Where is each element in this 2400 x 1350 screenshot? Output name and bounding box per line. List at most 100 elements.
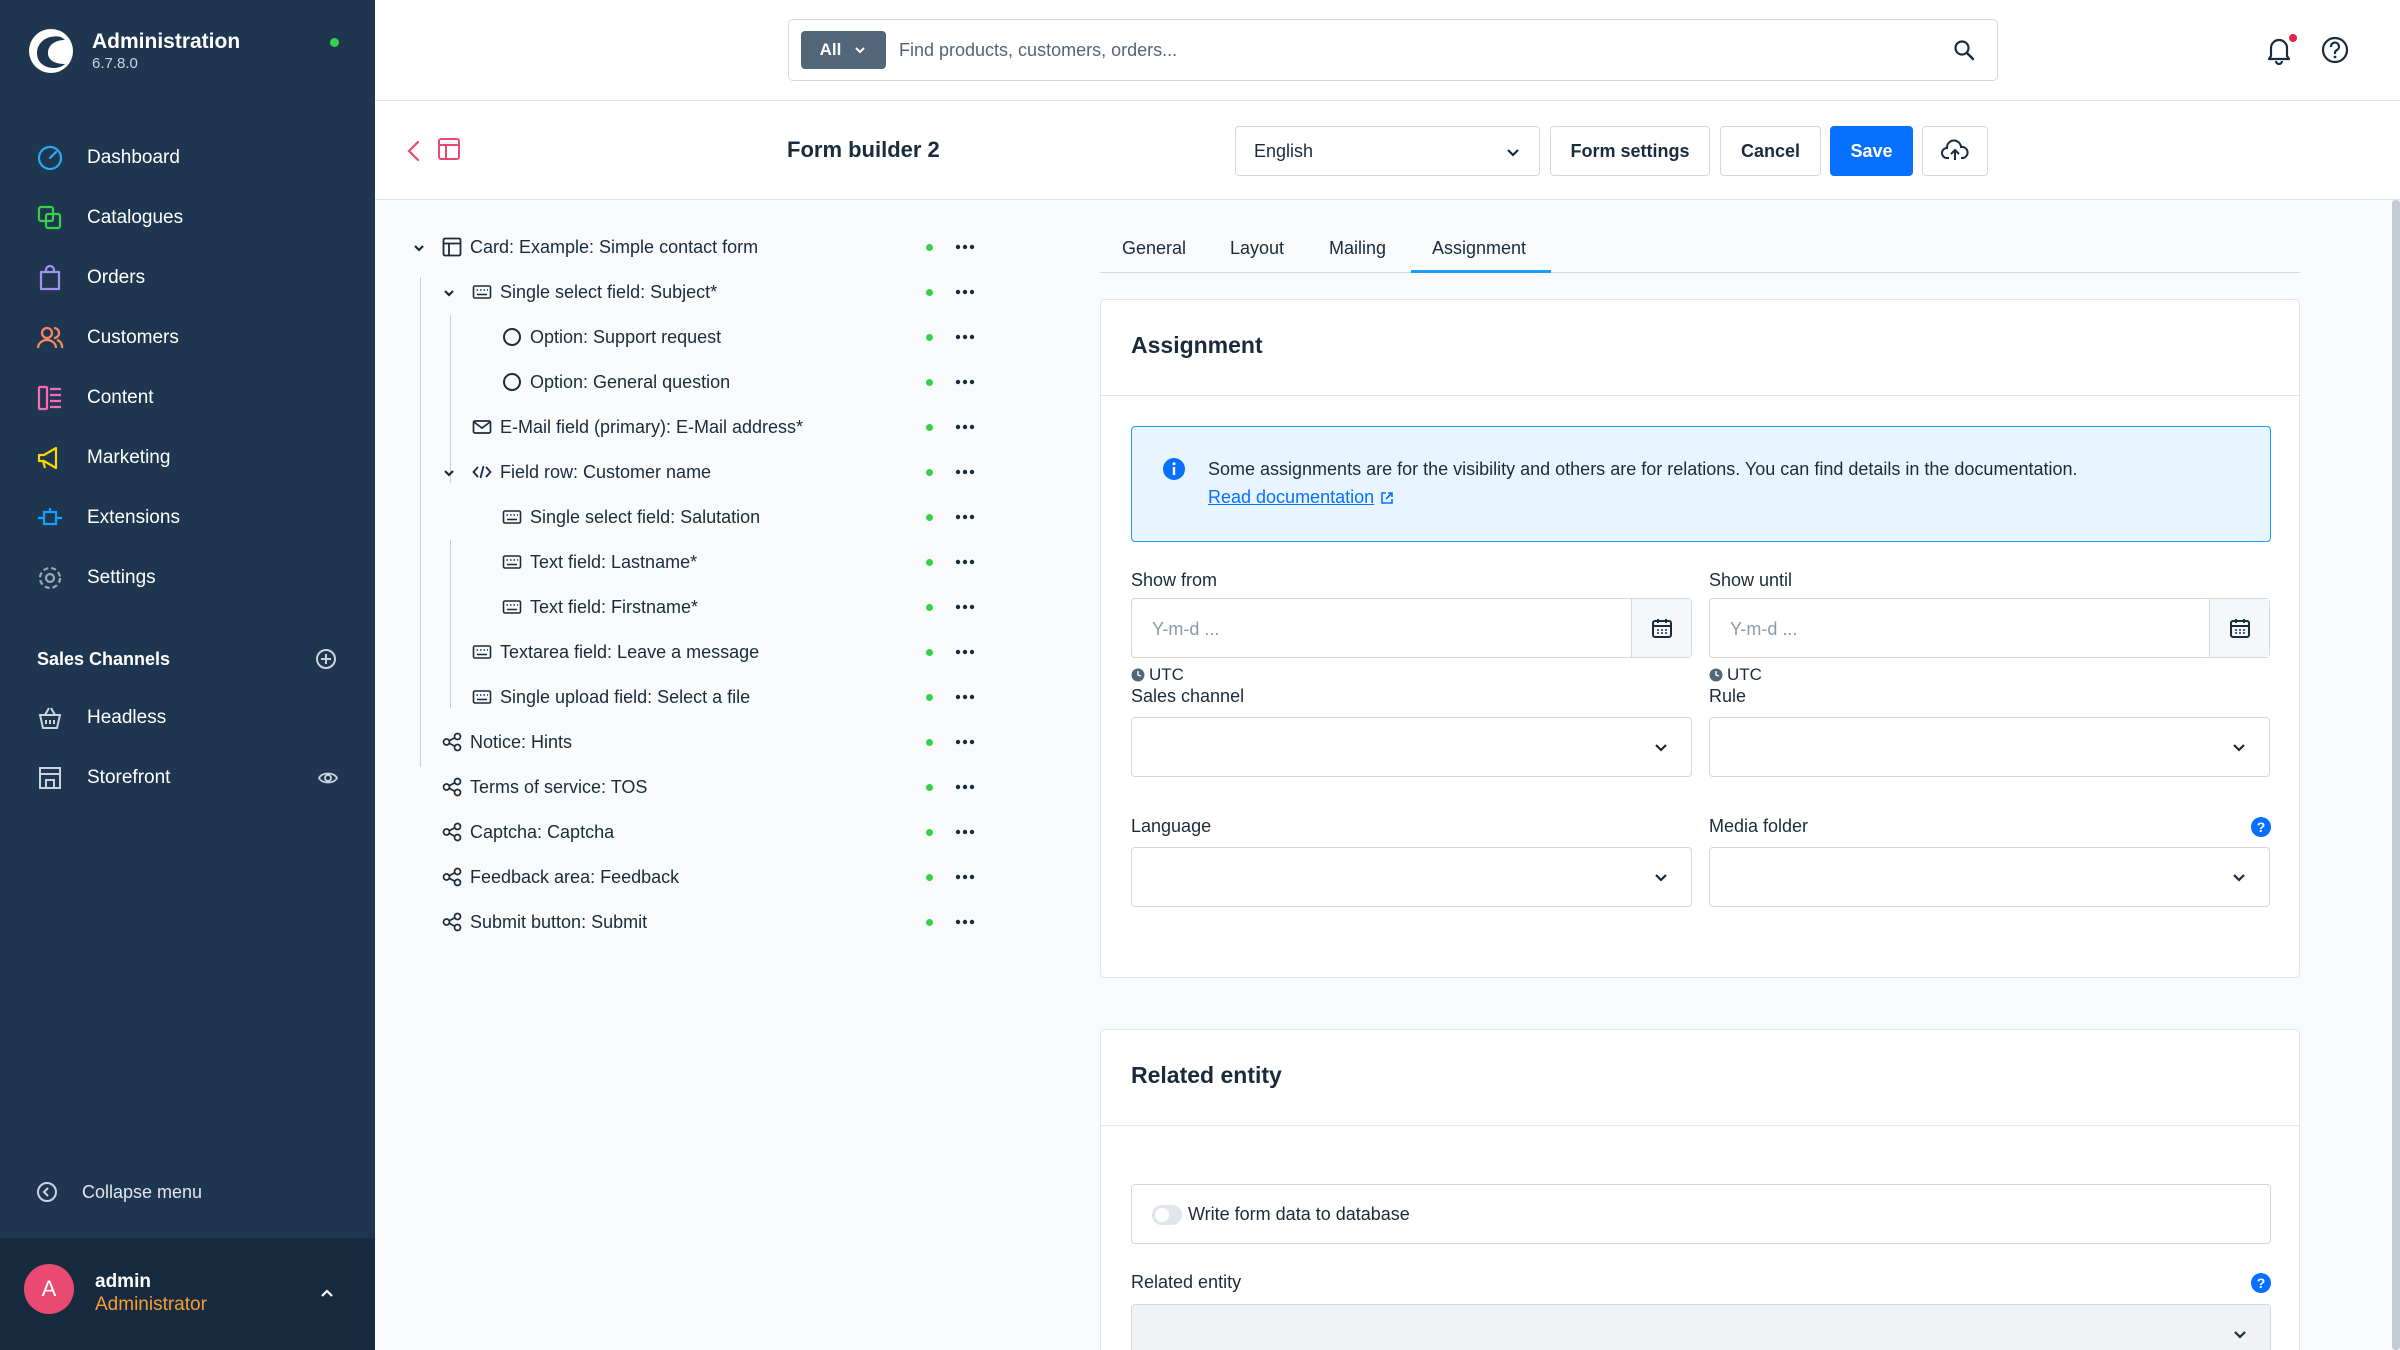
more-options-icon[interactable] <box>955 244 975 250</box>
eye-icon[interactable] <box>318 768 338 788</box>
save-button[interactable]: Save <box>1830 126 1913 176</box>
chevron-down-icon <box>1507 149 1519 157</box>
tab-mailing[interactable]: Mailing <box>1329 238 1386 259</box>
sidebar-item-label: Orders <box>87 267 146 288</box>
language-value: English <box>1254 140 1314 161</box>
tree-item[interactable]: Feedback area: Feedback <box>400 855 1000 900</box>
search-icon[interactable] <box>1953 39 1975 61</box>
sidebar-item-dashboard[interactable]: Dashboard <box>0 128 375 188</box>
layout-icon[interactable] <box>437 137 461 161</box>
more-options-icon[interactable] <box>955 784 975 790</box>
sales-channel-select[interactable] <box>1131 717 1692 777</box>
help-icon[interactable] <box>2320 35 2350 65</box>
language-label: Language <box>1131 816 1212 836</box>
scroll-thumb[interactable] <box>2392 200 2400 1350</box>
user-menu[interactable]: A admin Administrator <box>0 1238 375 1350</box>
more-options-icon[interactable] <box>955 289 975 295</box>
rule-select[interactable] <box>1709 717 2270 777</box>
more-options-icon[interactable] <box>955 424 975 430</box>
tree-item[interactable]: Notice: Hints <box>400 720 1000 765</box>
more-options-icon[interactable] <box>955 469 975 475</box>
timezone-label: UTC <box>1149 665 1184 684</box>
more-options-icon[interactable] <box>955 739 975 745</box>
calendar-button[interactable] <box>2209 599 2269 657</box>
help-tooltip-icon[interactable]: ? <box>2251 1273 2271 1293</box>
tree-item[interactable]: Captcha: Captcha <box>400 810 1000 855</box>
keyboard-icon <box>472 687 492 707</box>
collapse-menu-button[interactable]: Collapse menu <box>36 1181 202 1203</box>
upload-button[interactable] <box>1922 126 1988 176</box>
tree-item[interactable]: Text field: Lastname* <box>400 540 1000 585</box>
sidebar-item-extensions[interactable]: Extensions <box>0 488 375 548</box>
clock-icon <box>1131 668 1145 682</box>
tab-general[interactable]: General <box>1122 238 1186 259</box>
sidebar-item-content[interactable]: Content <box>0 368 375 428</box>
user-name: admin <box>95 1271 151 1292</box>
tree-item[interactable]: Submit button: Submit <box>400 900 1000 945</box>
tree-item-label: E-Mail field (primary): E-Mail address* <box>500 417 804 437</box>
sidebar-item-catalogues[interactable]: Catalogues <box>0 188 375 248</box>
language-field-select[interactable] <box>1131 847 1692 907</box>
sidebar-item-label: Settings <box>87 567 156 588</box>
related-entity-select[interactable] <box>1131 1304 2271 1350</box>
sales-channel-storefront[interactable]: Storefront <box>0 748 375 808</box>
tree-item[interactable]: Single select field: Subject* <box>400 270 1000 315</box>
more-options-icon[interactable] <box>955 649 975 655</box>
tree-item[interactable]: Single upload field: Select a file <box>400 675 1000 720</box>
show-until-input[interactable] <box>1730 614 2190 644</box>
tree-item[interactable]: E-Mail field (primary): E-Mail address* <box>400 405 1000 450</box>
tree-item[interactable]: Card: Example: Simple contact form <box>400 225 1000 270</box>
more-options-icon[interactable] <box>955 334 975 340</box>
calendar-button[interactable] <box>1631 599 1691 657</box>
tab-assignment[interactable]: Assignment <box>1432 238 1526 259</box>
more-options-icon[interactable] <box>955 919 975 925</box>
keyboard-icon <box>502 597 522 617</box>
cancel-button[interactable]: Cancel <box>1720 126 1821 176</box>
media-folder-select[interactable] <box>1709 847 2270 907</box>
tree-item[interactable]: Single select field: Salutation <box>400 495 1000 540</box>
sidebar-item-marketing[interactable]: Marketing <box>0 428 375 488</box>
tree-item-label: Textarea field: Leave a message <box>500 642 760 662</box>
more-options-icon[interactable] <box>955 604 975 610</box>
sales-channel-headless[interactable]: Headless <box>0 688 375 748</box>
add-sales-channel-icon[interactable] <box>315 648 337 670</box>
tree-item[interactable]: Option: Support request <box>400 315 1000 360</box>
more-options-icon[interactable] <box>955 379 975 385</box>
chevron-down-icon[interactable] <box>442 466 456 480</box>
active-status-dot <box>926 379 933 386</box>
form-settings-button[interactable]: Form settings <box>1550 126 1710 176</box>
language-select[interactable]: English <box>1235 126 1540 176</box>
show-from-input[interactable] <box>1152 614 1612 644</box>
chevron-down-icon[interactable] <box>412 241 426 255</box>
tab-layout[interactable]: Layout <box>1230 238 1284 259</box>
tree-item[interactable]: Text field: Firstname* <box>400 585 1000 630</box>
sidebar-item-settings[interactable]: Settings <box>0 548 375 608</box>
read-documentation-link[interactable]: Read documentation <box>1208 487 1394 508</box>
active-status-dot <box>926 559 933 566</box>
write-to-database-toggle[interactable] <box>1152 1205 1182 1225</box>
back-icon[interactable] <box>403 139 425 163</box>
tree-item[interactable]: Textarea field: Leave a message <box>400 630 1000 675</box>
info-alert: Some assignments are for the visibility … <box>1131 426 2271 542</box>
scrollbar[interactable] <box>2392 200 2400 1350</box>
more-options-icon[interactable] <box>955 694 975 700</box>
sidebar-item-customers[interactable]: Customers <box>0 308 375 368</box>
brand[interactable]: Administration 6.7.8.0 <box>28 28 240 74</box>
more-options-icon[interactable] <box>955 829 975 835</box>
more-options-icon[interactable] <box>955 559 975 565</box>
tree-item[interactable]: Terms of service: TOS <box>400 765 1000 810</box>
content-icon <box>37 385 61 411</box>
search-input[interactable] <box>899 32 1929 68</box>
tree-item[interactable]: Field row: Customer name <box>400 450 1000 495</box>
more-options-icon[interactable] <box>955 874 975 880</box>
tree-item[interactable]: Option: General question <box>400 360 1000 405</box>
card-icon <box>442 237 462 257</box>
chevron-down-icon[interactable] <box>442 286 456 300</box>
keyboard-icon <box>472 642 492 662</box>
show-from-field[interactable] <box>1131 598 1692 658</box>
search-type-select[interactable]: All <box>801 31 886 69</box>
more-options-icon[interactable] <box>955 514 975 520</box>
sidebar-item-orders[interactable]: Orders <box>0 248 375 308</box>
show-until-field[interactable] <box>1709 598 2270 658</box>
help-tooltip-icon[interactable]: ? <box>2251 817 2271 837</box>
